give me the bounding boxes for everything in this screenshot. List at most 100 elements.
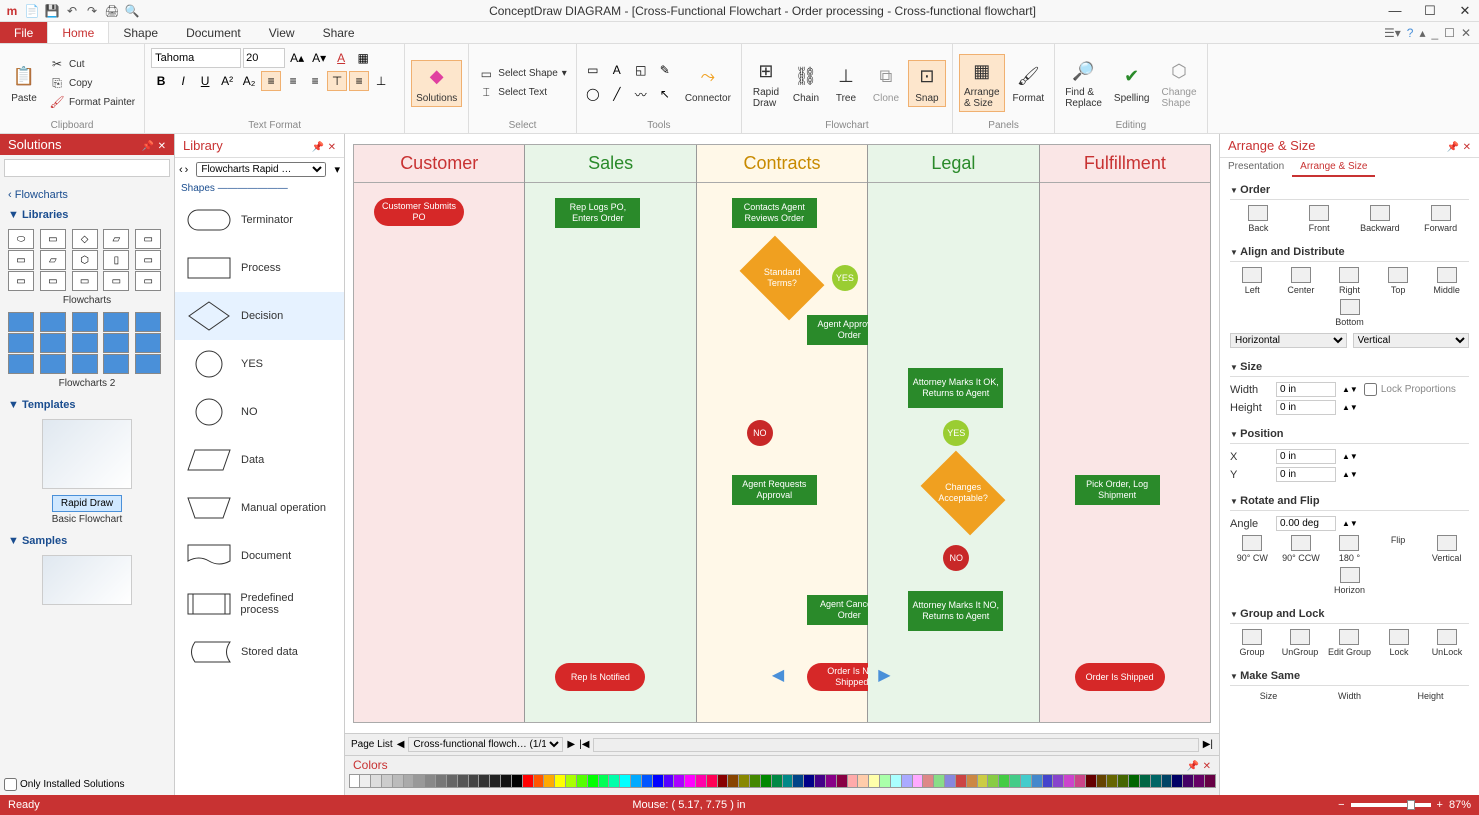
font-size-select[interactable]: [243, 48, 285, 68]
snap-button[interactable]: ⊡Snap: [908, 60, 946, 107]
lib-pin-icon[interactable]: 📌: [312, 142, 324, 153]
shape-stored-data[interactable]: Stored data: [175, 628, 344, 676]
chain-button[interactable]: ⛓Chain: [788, 61, 824, 106]
align-right-button[interactable]: ≡: [305, 71, 325, 91]
canvas[interactable]: Customer Customer Submits PO Sales Rep L…: [345, 134, 1219, 733]
clone-button[interactable]: ⧉Clone: [868, 61, 904, 106]
rectangle-tool-icon[interactable]: ▭: [583, 60, 603, 80]
arrange-size-button[interactable]: ▦Arrange & Size: [959, 54, 1005, 112]
flip-vertical[interactable]: Vertical: [1427, 535, 1467, 563]
makesame-height[interactable]: Height: [1411, 691, 1451, 701]
edit-group-btn[interactable]: Edit Group: [1328, 629, 1371, 657]
distribute-vertical-select[interactable]: Vertical: [1353, 333, 1470, 348]
min-ribbon-icon[interactable]: _: [1431, 26, 1438, 40]
unlock-btn[interactable]: UnLock: [1427, 629, 1467, 657]
template-thumb[interactable]: [42, 419, 132, 489]
node-no2[interactable]: NO: [943, 545, 969, 571]
distribute-horizontal-select[interactable]: Horizontal: [1230, 333, 1347, 348]
tab-shape[interactable]: Shape: [109, 22, 172, 43]
order-back[interactable]: Back: [1238, 205, 1278, 233]
redo-icon[interactable]: ↷: [84, 3, 100, 19]
lock-btn[interactable]: Lock: [1379, 629, 1419, 657]
align-bottom[interactable]: Bottom: [1330, 299, 1370, 327]
find-replace-button[interactable]: 🔎Find & Replace: [1061, 55, 1106, 111]
node-pick-order[interactable]: Pick Order, Log Shipment: [1075, 475, 1160, 505]
tab-arrange-size[interactable]: Arrange & Size: [1292, 158, 1375, 177]
font-family-select[interactable]: [151, 48, 241, 68]
shape-data[interactable]: Data: [175, 436, 344, 484]
node-attorney-ok[interactable]: Attorney Marks It OK, Returns to Agent: [908, 368, 1003, 408]
tree-templates[interactable]: ▼ Templates: [8, 395, 166, 415]
help-dropdown-icon[interactable]: ☰▾: [1384, 26, 1401, 40]
shape-document[interactable]: Document: [175, 532, 344, 580]
connector-button[interactable]: ⤳ Connector: [681, 61, 735, 106]
angle-input[interactable]: [1276, 516, 1336, 531]
color-swatch[interactable]: [1204, 774, 1216, 788]
arr-pin-icon[interactable]: 📌: [1447, 142, 1459, 153]
lib-next-icon[interactable]: ›: [185, 164, 189, 176]
lib-close-icon[interactable]: ✕: [328, 142, 336, 153]
paste-button[interactable]: 📋 Paste: [6, 61, 42, 106]
rotate-cw[interactable]: 90° CW: [1232, 535, 1272, 563]
bold-button[interactable]: B: [151, 71, 171, 91]
tab-share[interactable]: Share: [309, 22, 369, 43]
minimize-icon[interactable]: —: [1385, 3, 1405, 19]
nav-prev-icon[interactable]: ◀: [772, 665, 784, 685]
align-top-button[interactable]: ⊤: [327, 71, 347, 91]
restore-ribbon-icon[interactable]: ☐: [1444, 26, 1455, 40]
size-height-input[interactable]: [1276, 400, 1336, 415]
tab-presentation[interactable]: Presentation: [1220, 158, 1292, 177]
group-btn[interactable]: Group: [1232, 629, 1272, 657]
align-top[interactable]: Top: [1378, 267, 1418, 295]
shape-predefined[interactable]: Predefined process: [175, 580, 344, 628]
align-middle-button[interactable]: ≡: [349, 71, 369, 91]
callout-tool-icon[interactable]: ◱: [631, 60, 651, 80]
colors-strip[interactable]: [345, 774, 1219, 788]
node-customer-submits[interactable]: Customer Submits PO: [374, 198, 464, 226]
colors-pin-icon[interactable]: 📌: [1187, 761, 1199, 772]
shape-manual-operation[interactable]: Manual operation: [175, 484, 344, 532]
cut-button[interactable]: ✂Cut: [46, 55, 138, 73]
palette-flowcharts2[interactable]: [8, 312, 166, 374]
solutions-search-input[interactable]: [4, 159, 170, 177]
zoom-slider[interactable]: [1351, 803, 1431, 807]
page-last-icon[interactable]: ▶|: [1203, 739, 1213, 750]
close-panel-icon[interactable]: ✕: [158, 141, 166, 152]
shape-decision[interactable]: Decision: [175, 292, 344, 340]
makesame-width[interactable]: Width: [1330, 691, 1370, 701]
copy-button[interactable]: ⎘Copy: [46, 74, 138, 92]
subscript-button[interactable]: A₂: [239, 71, 259, 91]
preview-icon[interactable]: 🔍: [124, 3, 140, 19]
size-width-input[interactable]: [1276, 382, 1336, 397]
select-shape-button[interactable]: ▭Select Shape ▾: [475, 65, 570, 83]
align-middle[interactable]: Middle: [1427, 267, 1467, 295]
makesame-size[interactable]: Size: [1249, 691, 1289, 701]
collapse-icon[interactable]: ▴: [1419, 26, 1425, 40]
pin-icon[interactable]: 📌: [142, 141, 154, 152]
arr-close-icon[interactable]: ✕: [1463, 142, 1471, 153]
tab-file[interactable]: File: [0, 22, 47, 43]
shape-terminator[interactable]: Terminator: [175, 196, 344, 244]
lib-prev-icon[interactable]: ‹: [179, 164, 183, 176]
align-center-button[interactable]: ≡: [283, 71, 303, 91]
library-category-select[interactable]: Flowcharts Rapid …: [196, 162, 326, 177]
help-icon[interactable]: ?: [1407, 26, 1414, 40]
tree-samples[interactable]: ▼ Samples: [8, 531, 166, 551]
align-center[interactable]: Center: [1281, 267, 1321, 295]
maximize-icon[interactable]: ☐: [1420, 3, 1440, 19]
shrink-font-icon[interactable]: A▾: [309, 48, 329, 68]
node-rep-logs[interactable]: Rep Logs PO, Enters Order: [555, 198, 640, 228]
spelling-button[interactable]: ✔Spelling: [1110, 61, 1154, 106]
order-forward[interactable]: Forward: [1421, 205, 1461, 233]
underline-button[interactable]: U: [195, 71, 215, 91]
rapid-draw-template[interactable]: Rapid Draw: [52, 495, 122, 512]
align-left-button[interactable]: ≡: [261, 71, 281, 91]
rotate-ccw[interactable]: 90° CCW: [1281, 535, 1321, 563]
format-painter-button[interactable]: 🖌Format Painter: [46, 93, 138, 111]
ungroup-btn[interactable]: UnGroup: [1280, 629, 1320, 657]
line-tool-icon[interactable]: ╱: [607, 84, 627, 104]
page-first-icon[interactable]: |◀: [579, 739, 589, 750]
close-icon[interactable]: ✕: [1455, 3, 1475, 19]
node-attorney-no[interactable]: Attorney Marks It NO, Returns to Agent: [908, 591, 1003, 631]
tree-flowcharts[interactable]: ‹ Flowcharts: [8, 185, 166, 205]
